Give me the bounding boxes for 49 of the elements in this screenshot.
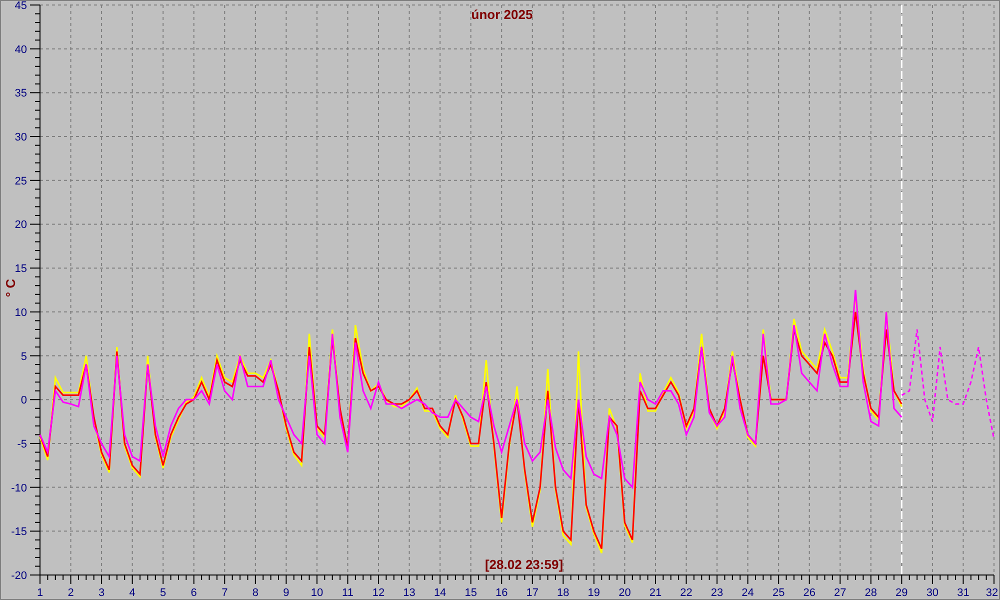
y-tick-label: 30: [14, 132, 27, 144]
x-tick-label: 19: [588, 587, 600, 599]
x-tick-label: 18: [557, 587, 570, 599]
y-tick-label: 45: [14, 0, 27, 12]
y-tick-label: 5: [20, 350, 27, 363]
x-tick-label: 9: [283, 587, 290, 599]
x-tick-label: 21: [649, 587, 662, 599]
y-tick-label: -5: [17, 438, 27, 450]
x-tick-label: 26: [803, 587, 816, 599]
x-tick-label: 12: [372, 587, 385, 599]
x-tick-label: 31: [957, 587, 970, 599]
x-tick-label: 11: [342, 587, 354, 599]
x-tick-label: 32: [986, 587, 998, 599]
y-tick-label: -15: [11, 526, 27, 538]
x-tick-label: 15: [464, 587, 477, 599]
x-tick-label: 7: [222, 587, 228, 599]
x-tick-label: 16: [496, 587, 508, 599]
y-tick-label: -10: [11, 482, 27, 494]
x-tick-label: 14: [434, 587, 446, 599]
x-tick-label: 28: [864, 587, 878, 599]
x-tick-label: 22: [680, 587, 692, 599]
x-tick-label: 25: [772, 587, 785, 599]
x-tick-label: 5: [160, 587, 166, 599]
x-tick-label: 23: [710, 587, 724, 599]
y-tick-label: 40: [14, 44, 27, 56]
x-tick-label: 4: [129, 587, 136, 599]
x-tick-label: 29: [896, 587, 908, 599]
x-tick-label: 6: [190, 587, 197, 599]
y-tick-label: 10: [14, 306, 27, 319]
timestamp-label: [28.02 23:59]: [484, 557, 564, 572]
x-tick-label: 8: [252, 587, 258, 599]
x-tick-label: 2: [68, 587, 74, 599]
x-tick-label: 20: [618, 587, 631, 599]
x-tick-label: 13: [403, 587, 416, 599]
x-tick-label: 24: [742, 587, 754, 599]
x-tick-label: 30: [926, 587, 939, 599]
y-tick-label: 0: [20, 394, 27, 407]
x-tick-label: 27: [834, 587, 846, 599]
x-tick-label: 1: [36, 587, 44, 599]
y-tick-label: 25: [14, 175, 27, 188]
x-tick-label: 3: [98, 587, 105, 599]
y-tick-label: 35: [14, 88, 27, 100]
y-tick-label: 20: [14, 219, 27, 232]
x-tick-label: 10: [310, 587, 324, 599]
y-tick-label: -20: [11, 570, 27, 582]
x-tick-label: 17: [526, 587, 538, 599]
y-tick-label: 15: [14, 263, 27, 276]
chart-title: únor 2025: [471, 7, 533, 22]
axis-title: ° C: [3, 278, 18, 298]
